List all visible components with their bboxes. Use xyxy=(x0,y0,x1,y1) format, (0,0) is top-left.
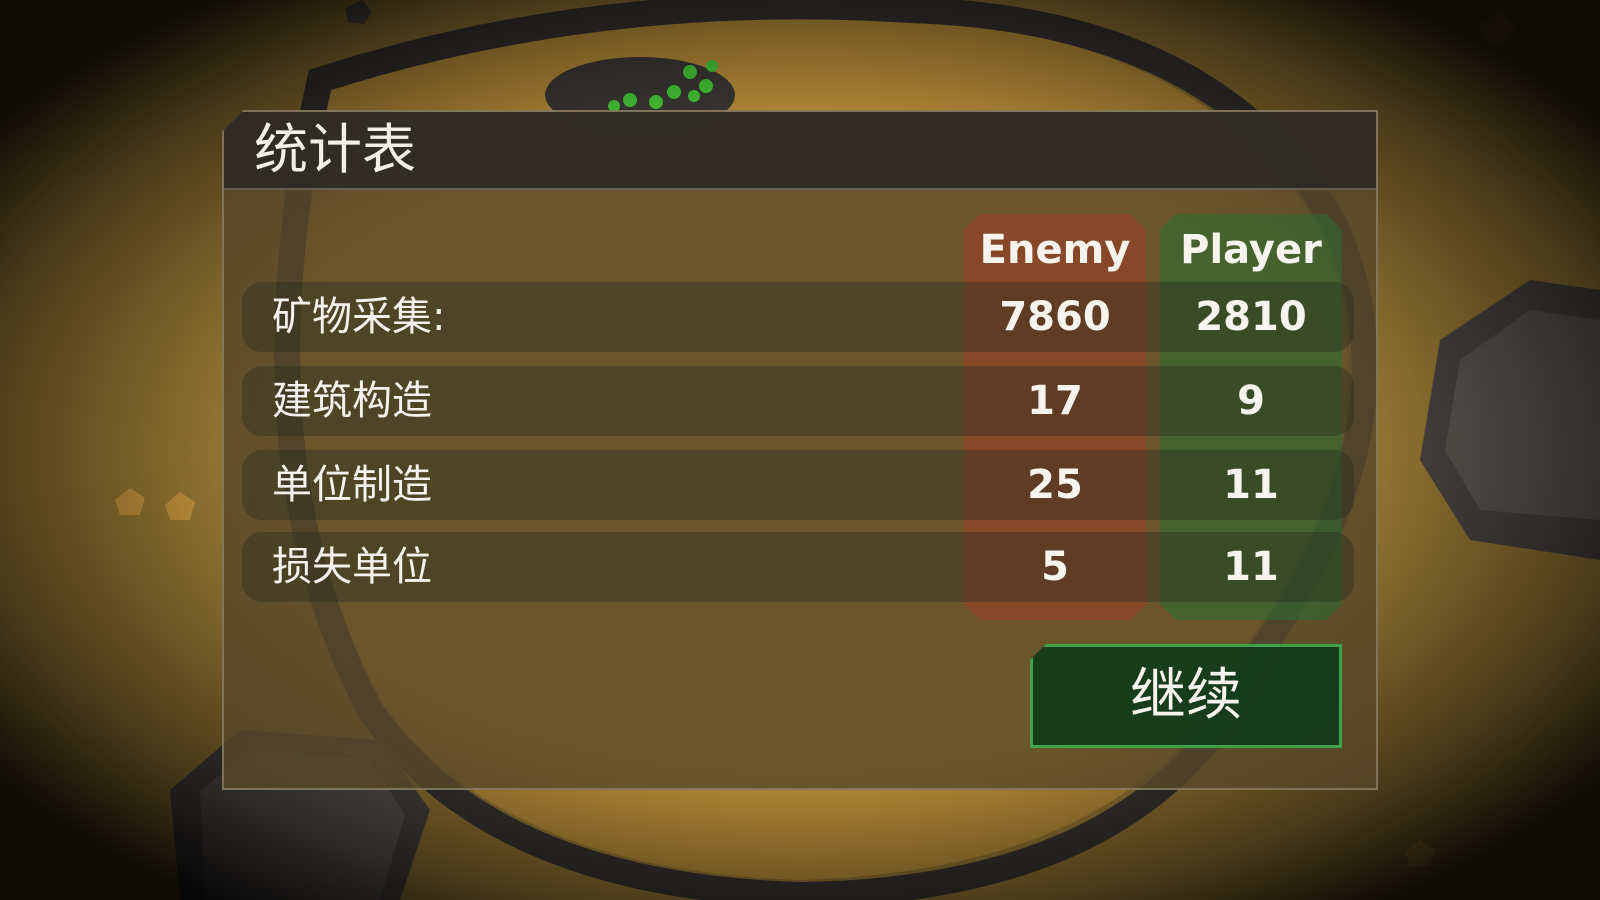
row-label-units-built: 单位制造 xyxy=(272,462,432,508)
row-label-minerals: 矿物采集: xyxy=(272,294,446,340)
enemy-buildings-value: 17 xyxy=(1027,378,1083,424)
player-buildings-value: 9 xyxy=(1237,378,1265,424)
enemy-minerals-value: 7860 xyxy=(999,294,1111,340)
panel-title-bar: 统计表 xyxy=(224,112,1376,190)
enemy-column-header: Enemy xyxy=(979,227,1131,273)
statistics-panel: 统计表 Enemy Player 矿物采集: 7860 2810 建筑构造 17… xyxy=(222,110,1378,790)
continue-button[interactable]: 继续 xyxy=(1030,644,1342,748)
player-units-built-value: 11 xyxy=(1223,462,1279,508)
row-label-buildings: 建筑构造 xyxy=(272,378,432,424)
continue-button-label: 继续 xyxy=(1130,663,1242,728)
enemy-units-built-value: 25 xyxy=(1027,462,1083,508)
player-column-header: Player xyxy=(1180,227,1322,273)
row-label-units-lost: 损失单位 xyxy=(272,544,432,590)
enemy-units-lost-value: 5 xyxy=(1041,544,1069,590)
player-minerals-value: 2810 xyxy=(1195,294,1307,340)
player-units-lost-value: 11 xyxy=(1223,544,1279,590)
panel-title: 统计表 xyxy=(254,118,416,181)
